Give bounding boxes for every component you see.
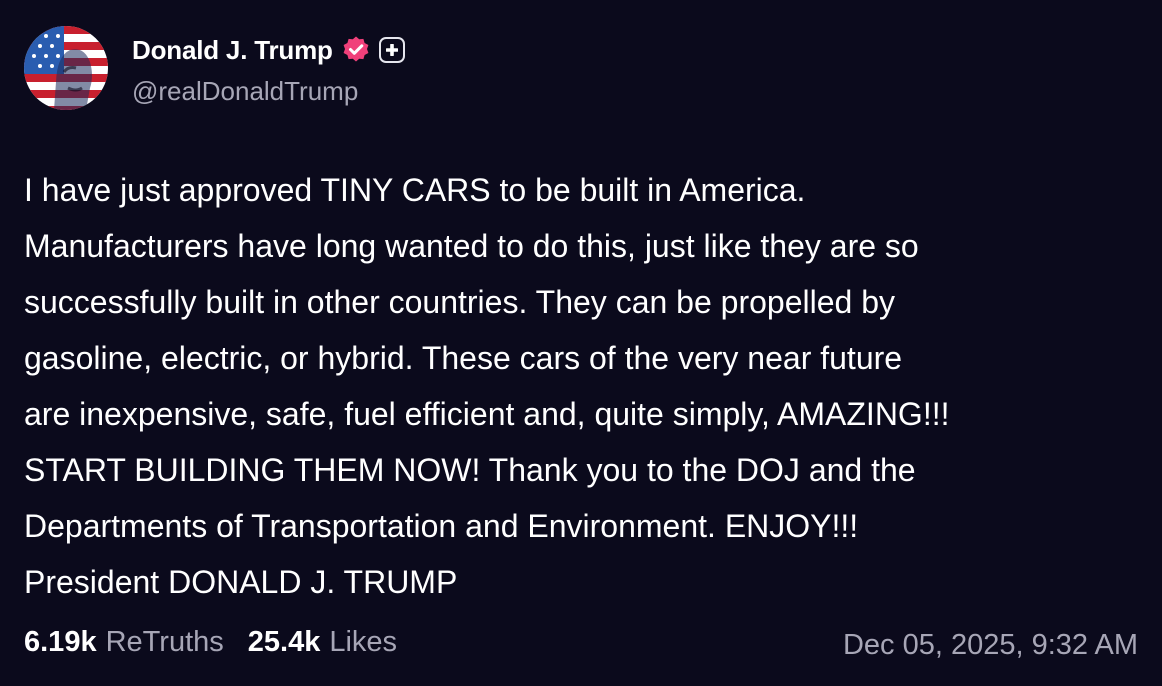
retruths-label: ReTruths [105, 626, 224, 658]
avatar[interactable] [24, 26, 108, 110]
post-body-line: Departments of Transportation and Enviro… [24, 508, 859, 544]
retruths-count: 6.19k [24, 626, 97, 658]
post-timestamp[interactable]: Dec 05, 2025, 9:32 AM [843, 629, 1138, 662]
retruths-stat[interactable]: 6.19k ReTruths [24, 626, 224, 659]
post-body-line: President DONALD J. TRUMP [24, 564, 458, 600]
plus-badge-icon [378, 37, 405, 63]
post-body-line: gasoline, electric, or hybrid. These car… [24, 340, 903, 376]
truth-post: Donald J. Trump @realDonaldTrump I have … [0, 0, 1162, 686]
likes-stat[interactable]: 25.4k Likes [248, 626, 397, 659]
post-stats: 6.19k ReTruths 25.4k Likes [24, 626, 397, 659]
post-body-line: successfully built in other countries. T… [24, 284, 895, 320]
post-body-line: Manufacturers have long wanted to do thi… [24, 228, 919, 264]
author-handle[interactable]: @realDonaldTrump [132, 76, 405, 107]
post-body-line: I have just approved TINY CARS to be bui… [24, 172, 806, 208]
post-body-line: START BUILDING THEM NOW! Thank you to th… [24, 452, 916, 488]
avatar-image [24, 26, 108, 110]
likes-label: Likes [329, 626, 398, 658]
display-name[interactable]: Donald J. Trump [132, 35, 333, 66]
author-name-row: Donald J. Trump [132, 32, 405, 68]
verified-badge-icon [341, 35, 371, 65]
post-body-line: are inexpensive, safe, fuel efficient an… [24, 396, 950, 432]
author-block: Donald J. Trump @realDonaldTrump [132, 32, 405, 107]
likes-count: 25.4k [247, 626, 321, 658]
post-body: I have just approved TINY CARS to be bui… [24, 162, 1144, 610]
